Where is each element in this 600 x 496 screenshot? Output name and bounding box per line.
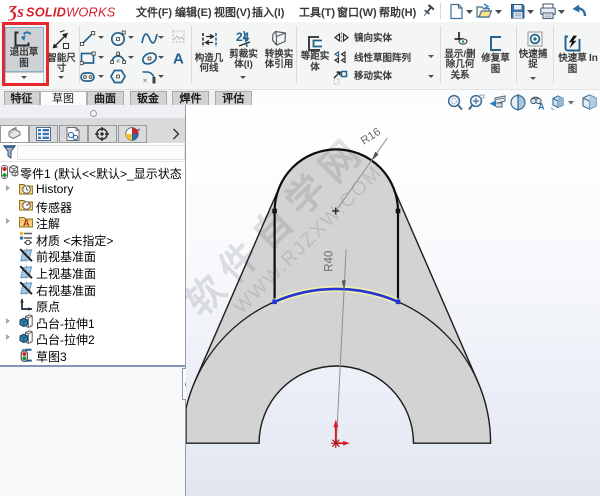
svg-text:A: A	[23, 218, 30, 228]
svg-text:Ʒs: Ʒs	[8, 2, 24, 21]
svg-text:R40: R40	[324, 251, 336, 272]
svg-text:SOLIDWORKS: SOLIDWORKS	[26, 5, 116, 20]
svg-text:24: 24	[236, 30, 250, 44]
svg-text:A: A	[538, 102, 545, 112]
